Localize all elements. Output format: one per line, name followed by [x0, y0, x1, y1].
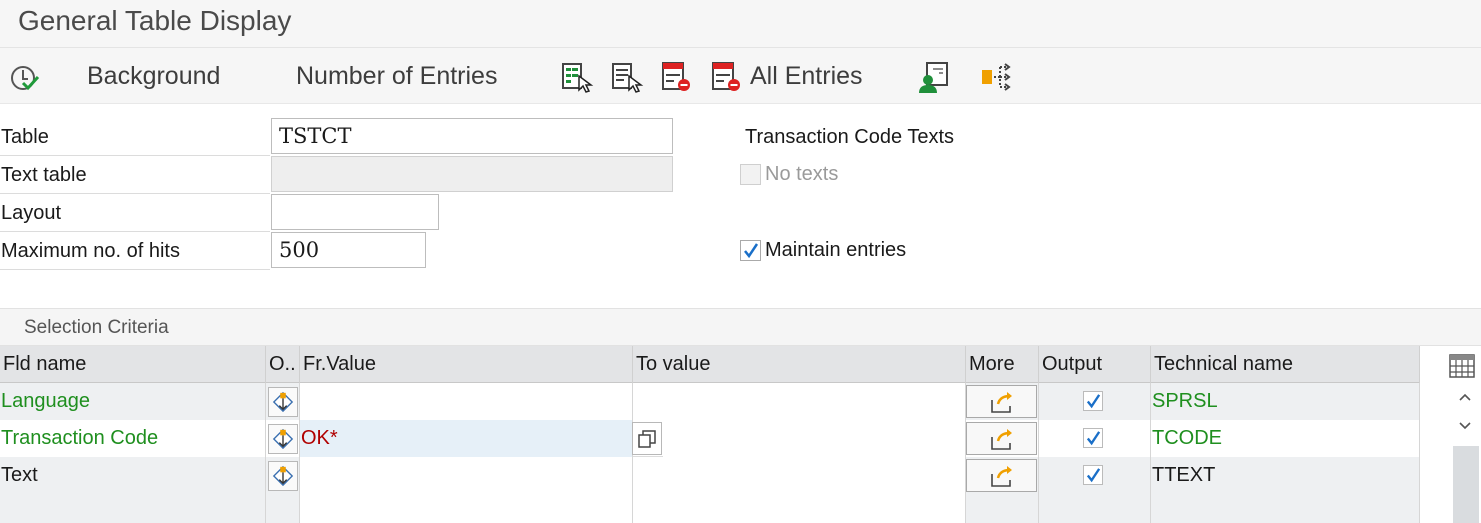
to-value-input[interactable] [633, 457, 966, 494]
col-more[interactable]: More [966, 346, 1039, 383]
maintain-entries-checkbox[interactable] [740, 240, 761, 261]
title-bar: General Table Display [0, 0, 1481, 48]
multiple-selection-button[interactable] [966, 459, 1037, 492]
section-title: Transaction Code Texts [745, 126, 954, 148]
col-technical-name[interactable]: Technical name [1151, 346, 1420, 383]
col-option[interactable]: O.. [266, 346, 300, 383]
to-value-input[interactable] [663, 420, 966, 457]
scroll-down-icon[interactable] [1455, 416, 1475, 436]
field-name-cell: Transaction Code [0, 420, 266, 457]
selection-option-button[interactable] [268, 461, 298, 491]
selection-option-icon [272, 391, 294, 413]
table-row: Transaction Code OK* TCODE [0, 420, 1420, 457]
from-value-input[interactable] [300, 457, 633, 494]
layout-label: Layout [0, 194, 270, 232]
output-cell [1039, 457, 1151, 494]
empty-cell [266, 494, 300, 523]
table-parameters-form: Table TSTCT Text table Layout Maximum no… [0, 104, 1481, 309]
grid-header: Fld name O.. Fr.Value To value More Outp… [0, 346, 1420, 383]
max-hits-input[interactable]: 500 [271, 232, 426, 268]
output-checkbox[interactable] [1083, 465, 1103, 485]
selection-option-button[interactable] [268, 424, 298, 454]
more-cell [966, 383, 1039, 420]
multiple-selection-icon [990, 391, 1012, 413]
background-button[interactable]: Background [87, 48, 220, 104]
col-to-value[interactable]: To value [633, 346, 966, 383]
from-value-input[interactable] [300, 383, 633, 420]
layout-input[interactable] [271, 194, 439, 230]
technical-name-cell: SPRSL [1151, 383, 1420, 420]
maintain-entries-label: Maintain entries [765, 239, 907, 261]
col-from-value[interactable]: Fr.Value [300, 346, 633, 383]
select-fields-icon[interactable] [560, 60, 594, 94]
copy-icon[interactable] [632, 422, 662, 455]
option-cell [266, 420, 300, 457]
vertical-scrollbar[interactable] [1450, 384, 1480, 523]
field-name-cell: Language [0, 383, 266, 420]
empty-cell [633, 494, 966, 523]
more-cell [966, 420, 1039, 457]
text-table-label: Text table [0, 156, 270, 194]
number-of-entries-button[interactable]: Number of Entries [296, 48, 497, 104]
table-label: Table [0, 118, 270, 156]
technical-name-cell: TCODE [1151, 420, 1420, 457]
text-table-input [271, 156, 673, 192]
execute-icon[interactable] [8, 61, 42, 95]
scroll-thumb[interactable] [1453, 446, 1479, 523]
selection-option-button[interactable] [268, 387, 298, 417]
option-cell [266, 383, 300, 420]
user-settings-icon[interactable] [917, 60, 951, 94]
col-fld-name[interactable]: Fld name [0, 346, 266, 383]
scroll-up-icon[interactable] [1455, 387, 1475, 407]
max-hits-label: Maximum no. of hits [0, 232, 270, 270]
empty-cell [300, 494, 633, 523]
selection-criteria-panel: Selection Criteria [0, 308, 1481, 346]
all-entries-button[interactable]: All Entries [750, 48, 863, 104]
field-list-icon[interactable] [610, 60, 644, 94]
from-value-input[interactable]: OK* [300, 420, 633, 457]
selection-grid: Fld name O.. Fr.Value To value More Outp… [0, 346, 1420, 523]
no-texts-label: No texts [765, 163, 839, 185]
selection-option-icon [272, 428, 294, 450]
multiple-selection-button[interactable] [966, 422, 1037, 455]
no-texts-row: No texts [740, 163, 838, 186]
hierarchy-icon[interactable] [979, 60, 1013, 94]
multiple-selection-button[interactable] [966, 385, 1037, 418]
empty-cell [0, 494, 266, 523]
table-row: Language SPRSL [0, 383, 1420, 420]
output-checkbox[interactable] [1083, 391, 1103, 411]
table-input[interactable]: TSTCT [271, 118, 673, 154]
option-cell [266, 457, 300, 494]
technical-name-cell: TTEXT [1151, 457, 1420, 494]
selection-option-icon [272, 465, 294, 487]
multiple-selection-icon [990, 465, 1012, 487]
delete-all-icon[interactable] [710, 60, 744, 94]
to-value-input[interactable] [633, 383, 966, 420]
window-title: General Table Display [18, 5, 292, 36]
output-cell [1039, 383, 1151, 420]
selection-criteria-title: Selection Criteria [24, 317, 169, 338]
output-cell [1039, 420, 1151, 457]
output-checkbox[interactable] [1083, 428, 1103, 448]
table-row: Text TTEXT [0, 457, 1420, 494]
more-cell [966, 457, 1039, 494]
multiple-selection-icon [990, 428, 1012, 450]
empty-cell [1039, 494, 1151, 523]
col-output[interactable]: Output [1039, 346, 1151, 383]
delete-selection-icon[interactable] [660, 60, 694, 94]
column-settings-icon[interactable] [1448, 352, 1476, 380]
toolbar: Background Number of Entries All Entries [0, 48, 1481, 104]
no-texts-checkbox [740, 164, 761, 185]
empty-cell [1151, 494, 1420, 523]
maintain-entries-row: Maintain entries [740, 239, 906, 262]
empty-row [0, 494, 1420, 523]
empty-cell [966, 494, 1039, 523]
field-name-cell: Text [0, 457, 266, 494]
